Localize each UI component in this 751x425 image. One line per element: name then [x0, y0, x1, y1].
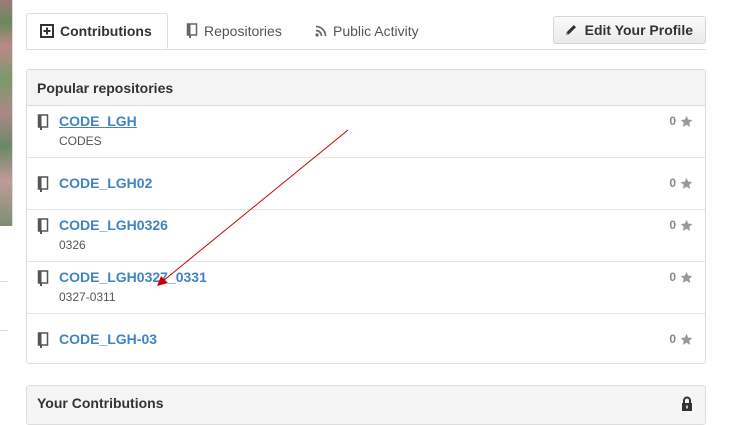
repo-stars[interactable]: 0 — [669, 218, 693, 232]
rss-icon — [315, 25, 327, 37]
your-contributions-title: Your Contributions — [37, 395, 164, 411]
repo-name-link[interactable]: CODE_LGH02 — [59, 175, 152, 191]
star-icon — [680, 333, 693, 346]
profile-avatar-edge — [0, 0, 13, 226]
star-icon — [680, 177, 693, 190]
your-contributions-box: Your Contributions — [26, 385, 706, 425]
star-icon — [680, 115, 693, 128]
star-count: 0 — [669, 176, 676, 190]
repo-book-icon — [37, 270, 49, 286]
profile-tabs: Contributions Repositories Public Activi… — [26, 13, 706, 50]
repo-stars[interactable]: 0 — [669, 114, 693, 128]
popular-repositories-title: Popular repositories — [27, 70, 705, 106]
repo-book-icon — [186, 23, 198, 38]
repo-name-link[interactable]: CODE_LGH0327_0331 — [59, 269, 207, 285]
repo-book-icon — [37, 114, 49, 130]
repo-book-icon — [37, 176, 49, 192]
repo-book-icon — [37, 218, 49, 234]
edit-profile-button[interactable]: Edit Your Profile — [552, 16, 706, 44]
pencil-icon — [564, 23, 578, 37]
repo-list-item[interactable]: CODE_LGH0327_0331 0327-0311 0 — [27, 262, 705, 314]
repo-list-item[interactable]: CODE_LGH02 0 — [27, 158, 705, 210]
repo-list-item[interactable]: CODE_LGH CODES 0 — [27, 106, 705, 158]
plus-square-icon — [40, 24, 54, 38]
repo-stars[interactable]: 0 — [669, 332, 693, 346]
repo-stars[interactable]: 0 — [669, 176, 693, 190]
repo-name-link[interactable]: CODE_LGH0326 — [59, 217, 168, 233]
tab-public-activity[interactable]: Public Activity — [315, 13, 419, 48]
tab-repositories[interactable]: Repositories — [186, 13, 282, 48]
repo-book-icon — [37, 332, 49, 348]
tab-label: Repositories — [204, 22, 282, 39]
tab-label: Public Activity — [333, 22, 419, 39]
lock-icon — [681, 396, 693, 412]
repo-name-link[interactable]: CODE_LGH-03 — [59, 331, 157, 347]
repo-list-item[interactable]: CODE_LGH-03 0 — [27, 314, 705, 364]
star-icon — [680, 219, 693, 232]
repo-description: 0326 — [59, 238, 86, 252]
tab-contributions[interactable]: Contributions — [26, 13, 168, 49]
repo-description: 0327-0311 — [59, 290, 116, 304]
star-count: 0 — [669, 332, 676, 346]
tab-label: Contributions — [60, 23, 152, 39]
popular-repositories-box: Popular repositories CODE_LGH CODES 0 CO… — [26, 69, 706, 364]
repo-list-item[interactable]: CODE_LGH0326 0326 0 — [27, 210, 705, 262]
repo-stars[interactable]: 0 — [669, 270, 693, 284]
star-count: 0 — [669, 114, 676, 128]
sidebar-divider — [0, 330, 8, 331]
star-count: 0 — [669, 270, 676, 284]
sidebar-divider — [0, 281, 8, 282]
edit-profile-label: Edit Your Profile — [584, 22, 693, 38]
repo-name-link[interactable]: CODE_LGH — [59, 113, 137, 129]
star-count: 0 — [669, 218, 676, 232]
star-icon — [680, 271, 693, 284]
repo-description: CODES — [59, 134, 102, 148]
